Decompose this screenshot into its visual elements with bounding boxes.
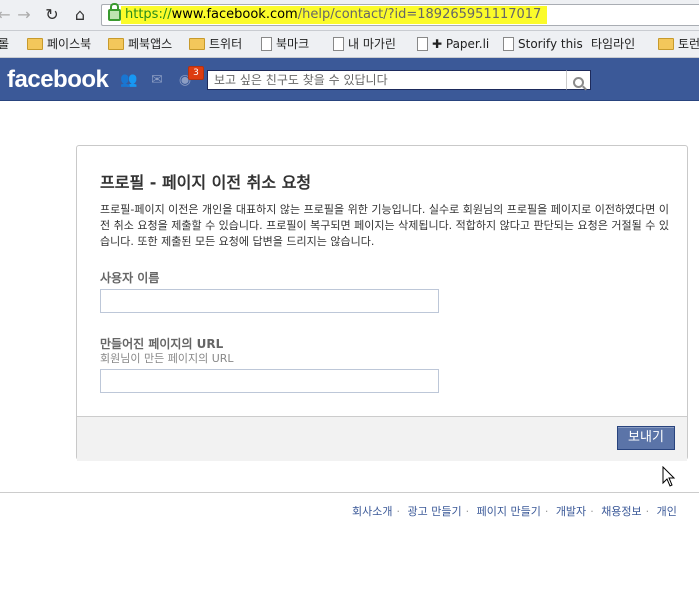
form-title: 프로필 - 페이지 이전 취소 요청 [100,173,312,192]
footer-links: 회사소개 · 광고 만들기 · 페이지 만들기 · 개발자 · 채용정보 · 개인 [352,505,677,518]
facebook-header: facebook 👥 ✉ ◉ 3 보고 싶은 친구도 찾을 수 있답니다 [0,58,699,101]
search-icon [573,77,584,88]
bookmark-folder[interactable]: 토런 [658,35,699,53]
page-icon [503,36,514,51]
username-label: 사용자 이름 [100,271,160,285]
page-icon [333,36,344,51]
footer-link-about[interactable]: 회사소개 [352,505,392,518]
lock-icon [108,3,121,21]
bookmark-item[interactable]: ✚ Paper.li [417,35,489,53]
page-icon [261,36,272,51]
reload-icon[interactable]: ↻ [42,5,62,25]
reversal-request-form: 프로필 - 페이지 이전 취소 요청 프로필-페이지 이전은 개인을 대표하지 … [76,145,688,461]
footer-link-privacy[interactable]: 개인 [657,505,677,518]
footer-link-developers[interactable]: 개발자 [556,505,586,518]
form-footer: 보내기 [77,416,687,461]
submit-button[interactable]: 보내기 [617,426,675,450]
search-input[interactable]: 보고 싶은 친구도 찾을 수 있답니다 [207,70,567,90]
bookmark-item[interactable]: 북마크 [261,35,309,53]
bookmark-item[interactable]: Storify this [503,35,583,53]
folder-icon [189,37,205,50]
address-bar[interactable]: https://www.facebook.com/help/contact/?i… [101,3,699,26]
bookmark-item[interactable]: 내 마가린 [333,35,396,53]
bookmark-folder[interactable]: 트위터 [189,35,242,53]
footer-divider [0,492,699,493]
folder-icon [27,37,43,50]
search-button[interactable] [566,70,591,90]
bookmark-folder[interactable]: 페북앱스 [108,35,172,53]
footer-link-advertising[interactable]: 광고 만들기 [407,505,461,518]
footer-link-create-page[interactable]: 페이지 만들기 [477,505,541,518]
page-url-sublabel: 회원님이 만든 페이지의 URL [100,352,234,365]
friend-requests-icon[interactable]: 👥 [120,72,138,88]
messages-icon[interactable]: ✉ [148,72,166,88]
page-icon [417,36,428,51]
footer-link-careers[interactable]: 채용정보 [601,505,641,518]
notification-badge: 3 [188,66,204,80]
folder-icon [658,37,674,50]
home-icon[interactable]: ⌂ [70,5,90,25]
bookmark-item[interactable]: 타임라인 [591,35,635,53]
form-description: 프로필-페이지 이전은 개인을 대표하지 않는 프로필을 위한 기능입니다. 실… [100,203,670,248]
bookmark-item[interactable]: 롤 [0,35,9,53]
page-url-field[interactable] [100,369,439,393]
username-field[interactable] [100,289,439,313]
bookmark-folder[interactable]: 페이스북 [27,35,91,53]
folder-icon [108,37,124,50]
forward-arrow-icon[interactable]: → [14,5,34,25]
bookmarks-bar: 롤 페이스북 페북앱스 트위터 북마크 내 마가린 ✚ Paper.li Sto… [0,31,699,58]
back-arrow-icon[interactable]: ← [0,5,14,25]
url-text: https://www.facebook.com/help/contact/?i… [121,6,548,24]
facebook-logo[interactable]: facebook [7,67,109,93]
browser-toolbar: ← → ↻ ⌂ https://www.facebook.com/help/co… [0,0,699,31]
